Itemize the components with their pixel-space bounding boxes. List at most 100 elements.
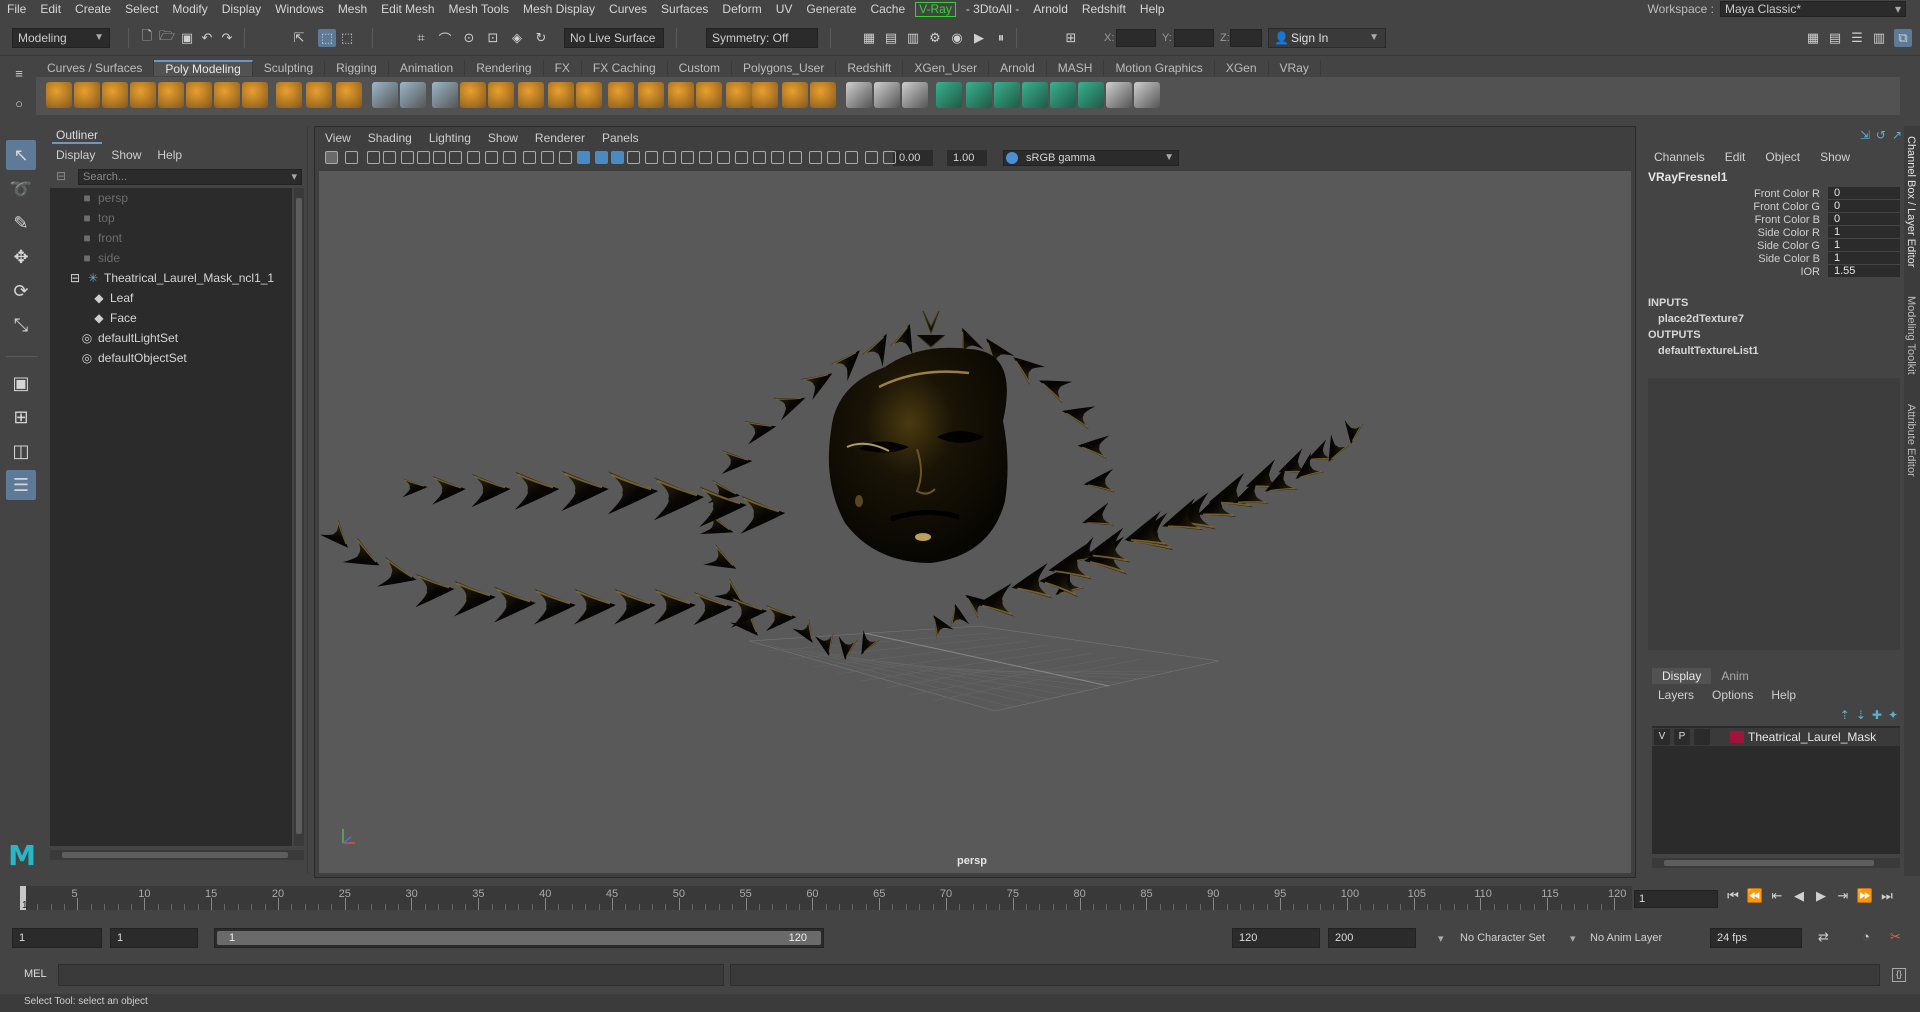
color-space-dropdown[interactable]: sRGB gamma ▼ — [1003, 150, 1179, 166]
separate-icon[interactable] — [460, 82, 486, 108]
planar-map-icon[interactable] — [966, 82, 992, 108]
quad-draw-icon[interactable] — [902, 82, 928, 108]
layer-menu-help[interactable]: Help — [1771, 688, 1796, 702]
camera-attributes-icon[interactable] — [345, 151, 358, 164]
motion-blur-icon[interactable] — [681, 151, 694, 164]
chevron-down-icon[interactable]: ▾ — [1570, 932, 1576, 945]
symmetry-dropdown[interactable]: Symmetry: Off — [706, 28, 818, 48]
play-backwards-icon[interactable]: ◀ — [1790, 888, 1808, 904]
super-shape-icon[interactable] — [276, 82, 302, 108]
new-layer-from-selection-icon[interactable]: ✦ — [1888, 708, 1898, 722]
shelf-tab-mash[interactable]: MASH — [1047, 60, 1105, 76]
two-d-pan-icon[interactable] — [401, 151, 414, 164]
expand-icon[interactable]: ↗ — [1892, 128, 1902, 142]
channel-name[interactable]: Front Color R — [1754, 188, 1820, 200]
output-node[interactable]: defaultTextureList1 — [1658, 345, 1759, 357]
step-back-frame-icon[interactable]: ⏪ — [1746, 888, 1764, 904]
smooth-shade-icon[interactable] — [577, 151, 590, 164]
chevron-down-icon[interactable]: ▾ — [1438, 932, 1444, 945]
command-input[interactable] — [58, 964, 724, 986]
step-back-key-icon[interactable]: ⇤ — [1768, 888, 1786, 904]
snap-view-icon[interactable]: ⊡ — [484, 29, 502, 47]
hud-icon[interactable] — [809, 151, 822, 164]
animation-end-field[interactable]: 200 — [1328, 928, 1416, 948]
poly-cylinder-icon[interactable] — [102, 82, 128, 108]
move-layer-down-icon[interactable]: ⇣ — [1856, 708, 1866, 722]
layer-display-type-toggle[interactable] — [1694, 729, 1710, 745]
shelf-settings-icon[interactable]: ○ — [10, 94, 28, 112]
layer-menu-layers[interactable]: Layers — [1658, 688, 1694, 702]
gamma-icon[interactable] — [845, 151, 858, 164]
view-transform-icon[interactable] — [865, 151, 878, 164]
anti-aliasing-icon[interactable] — [699, 151, 712, 164]
move-layer-up-icon[interactable]: ⇡ — [1840, 708, 1850, 722]
shelf-tab-curves-surfaces[interactable]: Curves / Surfaces — [36, 60, 155, 76]
single-pane-layout-icon[interactable]: ▣ — [6, 368, 36, 398]
input-node[interactable]: place2dTexture7 — [1658, 313, 1744, 325]
viewport-menu-shading[interactable]: Shading — [368, 131, 429, 145]
menu-select[interactable]: Select — [118, 2, 165, 16]
viewport-menu-view[interactable]: View — [325, 131, 368, 145]
outliner-item[interactable]: ◎ defaultObjectSet — [80, 348, 187, 368]
outliner-item[interactable]: ◎ defaultLightSet — [80, 328, 178, 348]
step-forward-key-icon[interactable]: ⇥ — [1834, 888, 1852, 904]
shelf-tab-vray[interactable]: VRay — [1269, 60, 1321, 76]
append-icon[interactable] — [696, 82, 722, 108]
hypershade-icon[interactable]: ◉ — [948, 29, 966, 47]
snap-point-icon[interactable]: ⊙ — [460, 29, 478, 47]
channel-name[interactable]: Front Color G — [1753, 201, 1820, 213]
shelf-tab-fx[interactable]: FX — [544, 60, 582, 76]
outliner-menu-show[interactable]: Show — [111, 148, 141, 162]
textured-icon[interactable] — [611, 151, 624, 164]
four-pane-layout-icon[interactable]: ⊞ — [6, 402, 36, 432]
menu-edit[interactable]: Edit — [33, 2, 68, 16]
channel-name[interactable]: IOR — [1800, 266, 1820, 278]
combine-icon[interactable] — [432, 82, 458, 108]
render-settings-icon[interactable]: ⚙ — [926, 29, 944, 47]
outliner-search-input[interactable]: Search... ▾ — [78, 169, 302, 185]
layer-editor-icon[interactable]: ⧉ — [1894, 29, 1912, 47]
menu-display[interactable]: Display — [215, 2, 268, 16]
shelf-tab-xgen[interactable]: XGen — [1215, 60, 1269, 76]
scrollbar-thumb[interactable] — [296, 198, 302, 834]
workspace-dropdown[interactable]: Maya Classic* — [1720, 1, 1906, 17]
layout-uv-icon[interactable] — [1078, 82, 1104, 108]
image-plane-icon[interactable] — [383, 151, 396, 164]
menu-create[interactable]: Create — [68, 2, 118, 16]
step-forward-frame-icon[interactable]: ⏩ — [1856, 888, 1874, 904]
menu-mesh[interactable]: Mesh — [331, 2, 374, 16]
scrollbar-thumb[interactable] — [1664, 860, 1874, 866]
use-lights-icon[interactable] — [627, 151, 640, 164]
coord-y-input[interactable] — [1174, 29, 1214, 47]
viewport-menu-lighting[interactable]: Lighting — [429, 131, 488, 145]
outliner-menu-display[interactable]: Display — [56, 148, 95, 162]
outliner-horizontal-scrollbar[interactable] — [50, 850, 304, 860]
fps-dropdown[interactable]: 24 fps — [1710, 928, 1802, 948]
grease-pencil-icon[interactable] — [417, 151, 430, 164]
time-slider-track[interactable]: 5 10 15 20 25 30 35 40 45 50 55 60 65 70 75 80 85 90 95 100… — [20, 886, 1632, 910]
scrollbar-thumb[interactable] — [62, 852, 288, 858]
resolution-gate-icon[interactable] — [467, 151, 480, 164]
film-gate-icon[interactable] — [449, 151, 462, 164]
channel-name[interactable]: Side Color G — [1757, 240, 1820, 252]
node-name[interactable]: VRayFresnel1 — [1648, 170, 1727, 184]
render-frame-icon[interactable]: ▤ — [882, 29, 900, 47]
mirror-icon[interactable] — [400, 82, 426, 108]
attribute-editor-icon[interactable]: ▤ — [1826, 29, 1844, 47]
layer-row[interactable]: V P Theatrical_Laurel_Mask — [1652, 728, 1900, 746]
rotate-tool-icon[interactable]: ⟳ — [6, 276, 36, 306]
channel-name[interactable]: Side Color R — [1758, 227, 1820, 239]
channel-value[interactable]: 0 — [1828, 187, 1900, 199]
shelf-tab-rigging[interactable]: Rigging — [325, 60, 389, 76]
shelf-tab-rendering[interactable]: Rendering — [465, 60, 544, 76]
anim-layer-label[interactable]: No Anim Layer — [1590, 932, 1662, 944]
shelf-tab-fx-caching[interactable]: FX Caching — [582, 60, 668, 76]
offset-edge-loop-icon[interactable] — [874, 82, 900, 108]
shelf-tab-animation[interactable]: Animation — [389, 60, 466, 76]
outliner-item[interactable]: ■ persp — [80, 188, 128, 208]
menu-windows[interactable]: Windows — [268, 2, 331, 16]
uv-editor-icon[interactable] — [936, 82, 962, 108]
channel-row[interactable]: IOR 1.55 — [1644, 265, 1900, 281]
save-scene-icon[interactable]: ▣ — [178, 29, 196, 47]
bevel-icon[interactable] — [638, 82, 664, 108]
